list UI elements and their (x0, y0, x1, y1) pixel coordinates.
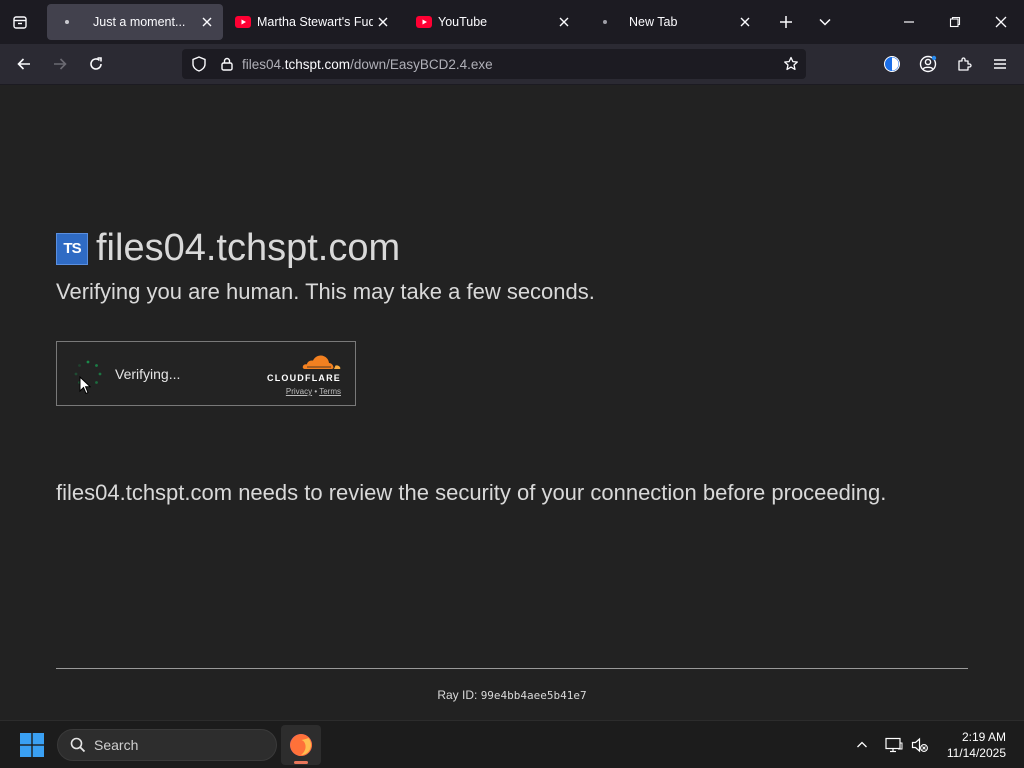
minimize-button[interactable] (886, 0, 932, 44)
tab-strip: Just a moment... Martha Stewart's Fudgy … (0, 0, 1024, 44)
url-host: tchspt.com (284, 56, 351, 72)
restore-button[interactable] (932, 0, 978, 44)
start-button[interactable] (14, 729, 50, 761)
security-review-message: files04.tchspt.com needs to review the s… (56, 480, 887, 505)
minimize-icon (904, 21, 914, 23)
account-icon (919, 55, 937, 73)
ray-id-label: Ray ID: (437, 688, 478, 702)
ray-id-line: Ray ID: 99e4bb4aee5b41e7 (0, 688, 1024, 702)
reload-button[interactable] (82, 50, 110, 78)
verifying-human-message: Verifying you are human. This may take a… (56, 279, 595, 304)
close-tab-icon[interactable] (735, 12, 755, 32)
tab-title: YouTube (438, 15, 488, 29)
screen: Just a moment... Martha Stewart's Fudgy … (0, 0, 1024, 768)
search-label: Search (94, 737, 139, 753)
speaker-muted-icon (911, 737, 928, 753)
taskbar-firefox-button[interactable] (281, 725, 321, 765)
tracking-shield-icon[interactable] (190, 55, 208, 73)
windows-logo-icon (20, 733, 44, 757)
site-logo: TS (56, 232, 88, 265)
youtube-icon (416, 14, 432, 30)
close-tab-icon[interactable] (197, 12, 217, 32)
back-arrow-icon (17, 58, 30, 70)
plus-icon (780, 16, 792, 28)
clock-time: 2:19 AM (961, 730, 1006, 744)
cloudflare-logo-text: CLOUDFLARE (267, 373, 341, 383)
tab-youtube[interactable]: YouTube (404, 4, 580, 40)
ray-id-value: 99e4bb4aee5b41e7 (480, 689, 587, 702)
running-app-indicator (294, 761, 308, 764)
reload-icon (90, 57, 102, 70)
forward-arrow-icon (54, 58, 67, 70)
forward-button[interactable] (46, 50, 74, 78)
new-tab-button[interactable] (772, 8, 800, 36)
monitor-icon (885, 737, 903, 753)
loading-dot-icon (59, 14, 75, 30)
dot-icon (597, 14, 613, 30)
cloudflare-cloud-icon (302, 355, 341, 369)
account-button[interactable] (914, 50, 942, 78)
display-tray-button[interactable] (882, 733, 906, 757)
url-text[interactable]: files04.tchspt.com/down/EasyBCD2.4.exe (242, 57, 493, 72)
cloudflare-challenge-widget[interactable]: Verifying... CLOUDFLARE Privacy • Terms (56, 341, 356, 406)
site-header: TS files04.tchspt.com (56, 227, 400, 270)
link-separator: • (314, 387, 318, 396)
extension-dark-reader-button[interactable] (878, 50, 906, 78)
taskbar-search-box[interactable]: Search (57, 729, 277, 761)
tab-martha-stewart[interactable]: Martha Stewart's Fudgy (223, 4, 399, 40)
tab-new-tab[interactable]: New Tab (585, 4, 761, 40)
tab-overflow-button[interactable] (811, 8, 839, 36)
close-tab-icon[interactable] (373, 12, 393, 32)
system-clock[interactable]: 2:19 AM 11/14/2025 (947, 729, 1006, 761)
restore-icon (949, 16, 961, 28)
tab-just-a-moment[interactable]: Just a moment... (47, 4, 223, 40)
app-menu-button[interactable] (986, 50, 1014, 78)
site-title: files04.tchspt.com (96, 227, 401, 269)
page-content: TS files04.tchspt.com Verifying you are … (0, 85, 1024, 720)
chevron-down-icon (819, 18, 831, 26)
bookmark-star-icon[interactable] (782, 55, 800, 73)
cloudflare-links: Privacy • Terms (261, 387, 341, 396)
privacy-link[interactable]: Privacy (286, 387, 312, 396)
url-path: /down/EasyBCD2.4.exe (350, 56, 493, 72)
terms-link[interactable]: Terms (319, 387, 341, 396)
hamburger-menu-icon (994, 59, 1006, 69)
chevron-up-icon (857, 741, 867, 748)
tab-list-icon (13, 16, 27, 29)
url-prefix: files04. (242, 56, 285, 72)
close-window-button[interactable] (978, 0, 1024, 44)
show-hidden-icons-button[interactable] (850, 733, 874, 757)
contrast-circle-icon (884, 56, 900, 72)
navigation-bar: files04.tchspt.com/down/EasyBCD2.4.exe (0, 44, 1024, 84)
youtube-icon (235, 14, 251, 30)
tab-title: New Tab (629, 15, 678, 29)
tab-title: Just a moment... (93, 15, 186, 29)
clock-date: 11/14/2025 (946, 746, 1006, 760)
windows-taskbar: Search 2:19 AM 11/14/2025 (0, 720, 1024, 768)
mouse-cursor-icon (79, 376, 91, 395)
close-tab-icon[interactable] (554, 12, 574, 32)
tab-title: Martha Stewart's Fudgy (257, 15, 373, 29)
volume-tray-button[interactable] (908, 733, 932, 757)
puzzle-piece-icon (958, 57, 972, 71)
verifying-status: Verifying... (115, 366, 181, 382)
back-button[interactable] (10, 50, 38, 78)
list-all-tabs-button[interactable] (6, 8, 34, 36)
footer-divider (56, 668, 968, 669)
address-bar[interactable]: files04.tchspt.com/down/EasyBCD2.4.exe (182, 49, 806, 79)
search-icon (70, 737, 86, 753)
extensions-button[interactable] (950, 50, 978, 78)
cloudflare-branding: CLOUDFLARE Privacy • Terms (261, 352, 341, 396)
firefox-icon (290, 733, 313, 756)
lock-icon[interactable] (218, 55, 236, 73)
close-icon (995, 16, 1007, 28)
